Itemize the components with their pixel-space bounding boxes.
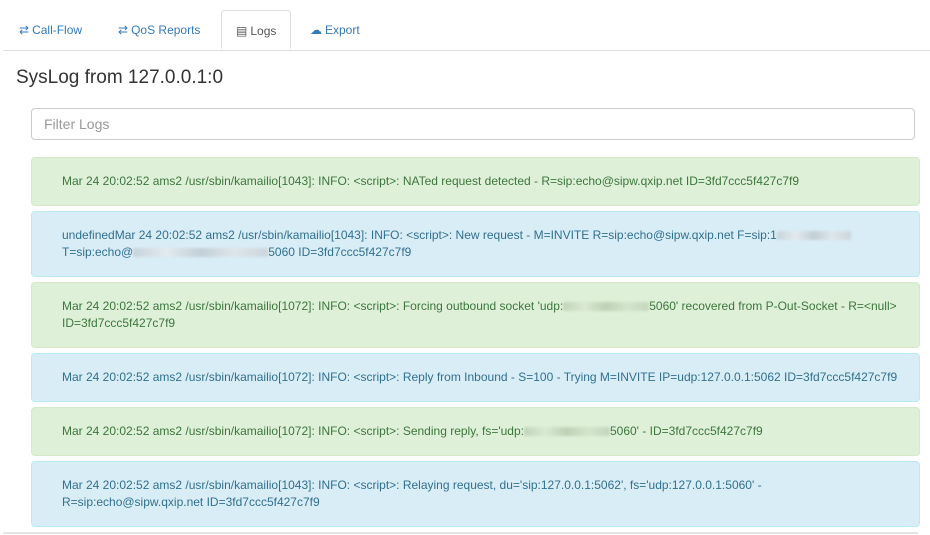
page-title: SysLog from 127.0.0.1:0: [16, 67, 224, 88]
tab-logs[interactable]: ▤ Logs: [221, 10, 291, 49]
log-entry: Mar 24 20:02:52 ams2 /usr/sbin/kamailio[…: [31, 353, 920, 402]
log-line-text: 5060' recovered from P-Out-Socket - R=<n…: [649, 299, 897, 313]
log-line-text: ID=3fd7ccc5f427c7f9: [62, 316, 176, 330]
redacted-address: [776, 231, 851, 241]
redacted-address: [523, 427, 610, 437]
log-line-text: T=sip:echo@: [62, 245, 134, 259]
log-line-text: Mar 24 20:02:52 ams2 /usr/sbin/kamailio[…: [62, 174, 800, 188]
exchange-icon: ⇄: [19, 23, 30, 37]
log-entry: Mar 24 20:02:52 ams2 /usr/sbin/kamailio[…: [31, 461, 920, 527]
cloud-icon: ☁: [310, 23, 322, 37]
exchange-icon: ⇄: [118, 23, 129, 37]
log-entry: Mar 24 20:02:52 ams2 /usr/sbin/kamailio[…: [31, 157, 920, 206]
log-line-text: Mar 24 20:02:52 ams2 /usr/sbin/kamailio[…: [62, 370, 898, 384]
log-line-text: Mar 24 20:02:52 ams2 /usr/sbin/kamailio[…: [62, 299, 564, 313]
redacted-address: [563, 302, 650, 312]
log-line-text: R=sip:echo@sipw.qxip.net ID=3fd7ccc5f427…: [62, 495, 320, 509]
tab-label: Export: [325, 23, 360, 37]
log-text: Mar 24 20:02:52 ams2 /usr/sbin/kamailio[…: [62, 173, 799, 190]
log-entry: undefinedMar 24 20:02:52 ams2 /usr/sbin/…: [31, 211, 920, 277]
log-entry: Mar 24 20:02:52 ams2 /usr/sbin/kamailio[…: [31, 282, 920, 348]
divider: [3, 532, 918, 534]
log-text: Mar 24 20:02:52 ams2 /usr/sbin/kamailio[…: [62, 423, 763, 440]
tab-bar: ⇄ Call-Flow ⇄ QoS Reports ▤ Logs ☁ Export: [3, 10, 930, 51]
tab-label: Logs: [250, 24, 277, 38]
log-text: Mar 24 20:02:52 ams2 /usr/sbin/kamailio[…: [62, 369, 897, 386]
log-line-text: 5060 ID=3fd7ccc5f427c7f9: [268, 245, 412, 259]
file-text-icon: ▤: [236, 24, 248, 38]
log-line-text: Mar 24 20:02:52 ams2 /usr/sbin/kamailio[…: [62, 478, 762, 492]
tab-label: Call-Flow: [32, 23, 83, 37]
log-text: undefinedMar 24 20:02:52 ams2 /usr/sbin/…: [62, 227, 851, 261]
log-line-text: undefinedMar 24 20:02:52 ams2 /usr/sbin/…: [62, 228, 777, 242]
log-line-text: 5060' - ID=3fd7ccc5f427c7f9: [609, 424, 763, 438]
log-text: Mar 24 20:02:52 ams2 /usr/sbin/kamailio[…: [62, 477, 762, 511]
log-entry: Mar 24 20:02:52 ams2 /usr/sbin/kamailio[…: [31, 407, 920, 456]
tab-call-flow[interactable]: ⇄ Call-Flow: [19, 10, 82, 49]
log-text: Mar 24 20:02:52 ams2 /usr/sbin/kamailio[…: [62, 298, 897, 332]
tab-export[interactable]: ☁ Export: [310, 10, 360, 49]
filter-logs-input[interactable]: [31, 108, 915, 140]
redacted-address: [133, 248, 269, 258]
tab-label: QoS Reports: [131, 23, 201, 37]
log-line-text: Mar 24 20:02:52 ams2 /usr/sbin/kamailio[…: [62, 424, 524, 438]
tab-qos-reports[interactable]: ⇄ QoS Reports: [118, 10, 200, 49]
